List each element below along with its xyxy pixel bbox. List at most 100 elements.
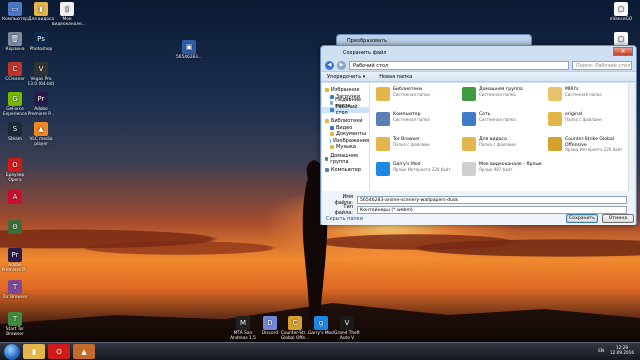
file-item[interactable]: Tor Browser Папка с файлами — [376, 137, 456, 157]
file-icon — [462, 112, 476, 126]
taskbar-opera-icon[interactable]: O — [48, 344, 70, 359]
filetype-select[interactable]: Контейнеры (*.webm) — [357, 206, 627, 214]
save-button[interactable]: Сохранить — [566, 214, 598, 223]
desktop-icon-my-video[interactable]: ▯ Мое видеоканале... — [52, 2, 86, 27]
hide-folders-link[interactable]: Скрыть папки — [326, 216, 363, 222]
file-item[interactable]: Мое видеоканале - Ярлык Ярлык 987 байт — [462, 162, 542, 182]
system-tray: EN 12:29 12.09.2016 — [598, 345, 634, 355]
desktop-icon-adobe-reader[interactable]: A — [0, 190, 30, 205]
desktop-icon-label: Start Tor Browser — [5, 327, 25, 337]
desktop-icon-label: Vegas Pro 13.0 (64-bit) — [27, 77, 55, 87]
search-input[interactable]: Поиск: Рабочий стол — [572, 60, 632, 70]
geforce-icon: G — [8, 92, 22, 106]
address-bar[interactable]: Рабочий стол — [349, 60, 569, 70]
folder-icon — [325, 88, 329, 93]
language-indicator[interactable]: EN — [598, 348, 604, 353]
desktop-icon-mta[interactable]: M MTA San Andreas 1.5 — [228, 316, 258, 341]
desktop-icon-adobe-premiere2[interactable]: Pr Adobe Premiere P... — [0, 248, 30, 273]
photoshop-icon: Ps — [34, 32, 48, 46]
folder-icon — [330, 145, 334, 150]
folder-icon — [330, 107, 334, 112]
vertical-scrollbar[interactable] — [628, 83, 635, 191]
file-item[interactable]: MIRI's Системная папка — [548, 87, 628, 107]
file-icon — [462, 162, 476, 176]
desktop-icon-tor[interactable]: T Tor Browser — [0, 280, 30, 300]
my-video-icon: ▯ — [60, 2, 74, 16]
back-arrow-icon[interactable]: ◀ — [325, 60, 334, 70]
adobe-reader-icon: A — [8, 190, 22, 204]
folder-icon — [330, 94, 334, 99]
desktop-icon-label: VLC media player — [29, 137, 53, 147]
premiere-icon: Pr — [34, 92, 48, 106]
desktop-icon-label: Tor Browser — [2, 295, 28, 300]
desktop-icon-premiere[interactable]: Pr Adobe Premiere P... — [26, 92, 56, 117]
folder-icon — [325, 119, 329, 124]
vlc-icon: ▲ — [34, 122, 48, 136]
vegas-icon: V — [34, 62, 48, 76]
window-body: Избранное Загрузки Недавние места Рабочий с… — [322, 83, 635, 191]
desktop-icon-label: Браузер Opera — [5, 173, 25, 183]
file-item[interactable]: Сеть Системная папка — [462, 112, 542, 132]
desktop-icon-nvidia[interactable]: ▢ nVanceGO — [606, 2, 636, 22]
file-type: Ярлык Интернета 220 байт — [565, 147, 623, 152]
forward-arrow-icon[interactable]: ▶ — [337, 60, 346, 70]
desktop-icon-gta5[interactable]: V Grand Theft Auto V — [332, 316, 362, 341]
desktop-icon-label: nVanceGO — [609, 17, 633, 22]
file-item[interactable]: Counter-Strike Global Offensive Ярлык Инт… — [548, 137, 628, 157]
close-button[interactable]: ✕ — [613, 47, 633, 56]
desktop-icon-label: Adobe Premiere P... — [1, 263, 29, 273]
gmod-icon: g — [314, 316, 328, 330]
desktop-icon-label: Grand Theft Auto V — [334, 331, 360, 341]
file-item[interactable]: Компьютер Системная папка — [376, 112, 456, 132]
cancel-button[interactable]: Отмена — [602, 214, 634, 223]
organize-button[interactable]: Упорядочить ▾ — [327, 74, 365, 80]
computer-icon: ▭ — [8, 2, 22, 16]
desktop-icon-vlc[interactable]: ▲ VLC media player — [26, 122, 56, 147]
clock[interactable]: 12:29 12.09.2016 — [610, 345, 634, 355]
file-type: Системная папка — [479, 116, 516, 122]
file-type: Ярлык 987 байт — [479, 166, 513, 172]
new-folder-button[interactable]: Новая папка — [379, 74, 412, 80]
desktop-icon-cs-settings[interactable]: ⚙ — [0, 220, 30, 235]
start-button[interactable] — [4, 343, 20, 360]
desktop-icon-vegas[interactable]: V Vegas Pro 13.0 (64-bit) — [26, 62, 56, 87]
taskbar-converter-icon[interactable]: ▲ — [73, 344, 95, 359]
mta-icon: M — [236, 316, 250, 330]
save-file-window[interactable]: Сохранить файл ✕ ◀ ▶ Рабочий стол Поиск:… — [320, 45, 637, 225]
desktop-icon-label: Мое видеоканале... — [52, 17, 86, 27]
desktop-icon-label: Photoshop — [29, 47, 53, 52]
filename-input[interactable]: 56546283-anime-scenery-wallpapers-dusk — [357, 196, 627, 204]
file-item[interactable]: Домашняя группа Системная папка — [462, 87, 542, 107]
desktop-icon-photoshop[interactable]: Ps Photoshop — [26, 32, 56, 52]
file-type: Ярлык Интернета 220 байт — [393, 166, 451, 172]
nav-item-label: Музыка — [336, 144, 356, 151]
navigation-pane[interactable]: Избранное Загрузки Недавние места Рабочий с… — [322, 83, 370, 191]
file-item[interactable]: Для видоса Папка с файлами — [462, 137, 542, 157]
desktop-icon-start-tor[interactable]: T Start Tor Browser — [0, 312, 30, 337]
address-row: ◀ ▶ Рабочий стол Поиск: Рабочий стол — [321, 59, 636, 71]
tor-icon: T — [8, 280, 22, 294]
nav-item-label: Библиотеки — [331, 118, 363, 125]
nav-item-label: Рабочий стол — [335, 103, 358, 116]
discord-icon: D — [263, 316, 277, 330]
file-icon — [376, 162, 390, 176]
nav-item[interactable]: Компьютер — [322, 167, 369, 174]
cs-settings-icon: ⚙ — [8, 220, 22, 234]
file-type: Системная папка — [479, 91, 516, 97]
file-item[interactable]: Garry's Mod Ярлык Интернета 220 байт — [376, 162, 456, 182]
ccleaner-icon: C — [8, 62, 22, 76]
file-type: Папка с файлами — [393, 141, 430, 147]
nav-item-label: Видео — [336, 124, 353, 131]
nav-item-label: Документы — [336, 131, 366, 138]
taskbar-explorer-icon[interactable]: ▮ — [23, 344, 45, 359]
file-item[interactable]: Библиотеки Системная папка — [376, 87, 456, 107]
clock-date: 12.09.2016 — [610, 350, 634, 355]
desktop-icon-opera[interactable]: O Браузер Opera — [0, 158, 30, 183]
desktop-icon-file-sk[interactable]: ▣ 56546283... — [174, 40, 204, 60]
file-item[interactable]: original Папка с файлами — [548, 112, 628, 132]
adobe-premiere2-icon: Pr — [8, 248, 22, 262]
folder-icon — [325, 156, 329, 161]
file-list[interactable]: Библиотеки Системная папка Домашняя группа… — [370, 83, 628, 191]
save-options: Имя файла: 56546283-anime-scenery-wallpa… — [322, 191, 635, 225]
opera-icon: O — [8, 158, 22, 172]
